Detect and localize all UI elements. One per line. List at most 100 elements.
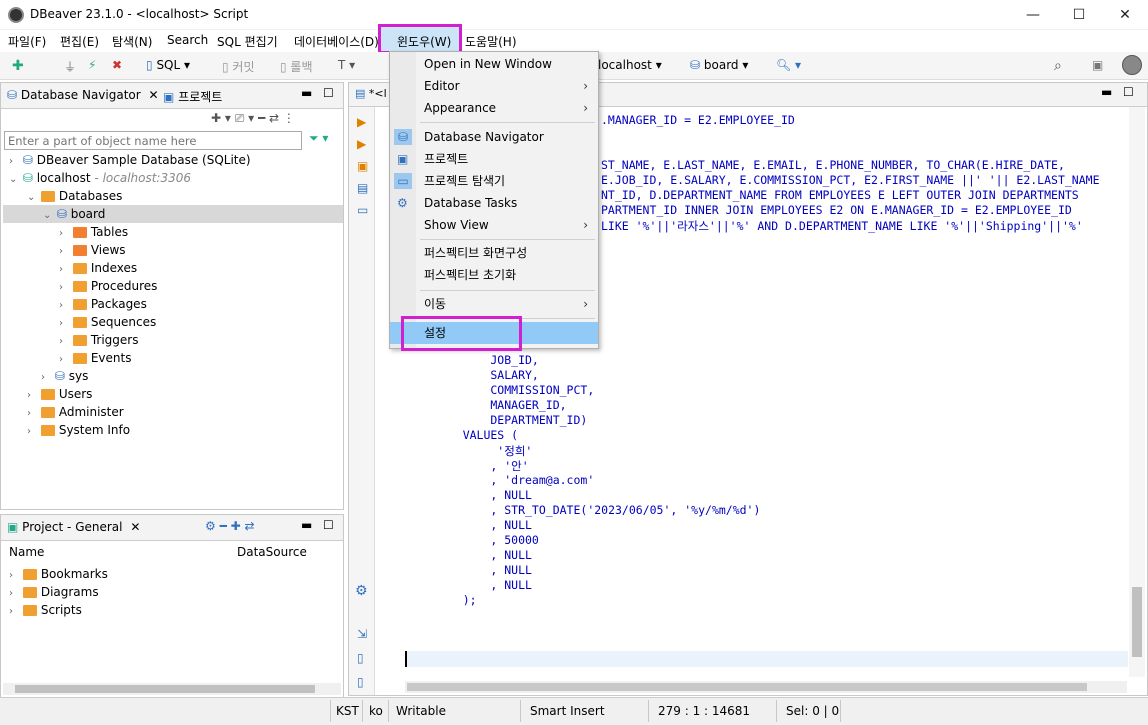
tree-item-indexes[interactable]: › Indexes [59, 259, 137, 277]
code-line[interactable]: JOB_ID, [435, 353, 538, 367]
menu-item-customize-perspective[interactable]: 퍼스펙티브 화면구성 [390, 242, 598, 264]
code-line[interactable]: , NULL [435, 488, 532, 502]
close-icon[interactable]: ✕ [130, 520, 140, 534]
menu-item-project-explorer[interactable]: ▭ 프로젝트 탐색기 [390, 170, 598, 192]
maximize-panel-icon[interactable]: ☐ [323, 86, 334, 100]
code-line[interactable]: VALUES ( [435, 428, 518, 442]
code-line[interactable]: .MANAGER_ID = E2.EMPLOYEE_ID [601, 113, 795, 127]
menu-item-navigation[interactable]: 이동 › [390, 293, 598, 315]
horizontal-scrollbar[interactable] [3, 683, 341, 695]
project-item-diagrams[interactable]: › Diagrams [9, 583, 99, 601]
code-line[interactable]: , '안' [435, 458, 528, 474]
code-line[interactable]: E.JOB_ID, E.SALARY, E.COMMISSION_PCT, E2… [601, 173, 1100, 187]
tree-item-sequences[interactable]: › Sequences [59, 313, 156, 331]
disconnect-icon[interactable]: ✖ [112, 58, 122, 72]
menu-edit[interactable]: 편집(E) [60, 33, 99, 50]
column-datasource-header[interactable]: DataSource [237, 545, 307, 559]
vertical-scrollbar[interactable] [1129, 107, 1145, 677]
code-line[interactable]: , 'dream@a.com' [435, 473, 594, 487]
global-search-icon[interactable]: ⌕ [1054, 58, 1062, 74]
current-line-highlight[interactable] [405, 651, 1128, 667]
active-connection-selector[interactable]: localhost ▾ [598, 58, 662, 72]
tree-item-users[interactable]: › Users [27, 385, 92, 403]
minimize-panel-icon[interactable]: ▬ [301, 518, 312, 532]
tree-item-board[interactable]: ⌄ ⛁ board [3, 205, 343, 223]
menu-search[interactable]: Search [167, 33, 208, 47]
horizontal-scrollbar[interactable] [405, 681, 1127, 693]
code-line[interactable]: , NULL [435, 563, 532, 577]
minimize-panel-icon[interactable]: ▬ [301, 86, 312, 100]
menu-item-open-new-window[interactable]: Open in New Window [390, 53, 598, 75]
active-schema-selector[interactable]: ⛁ board ▾ [690, 58, 748, 72]
tree-item-procedures[interactable]: › Procedures [59, 277, 157, 295]
export-icon[interactable]: ⇲ [357, 627, 367, 641]
menu-item-appearance[interactable]: Appearance › [390, 97, 598, 119]
script-icon[interactable]: ▤ [357, 181, 368, 195]
projects-tab[interactable]: ▣ 프로젝트 [163, 88, 222, 105]
menu-item-database-navigator[interactable]: ⛁ Database Navigator [390, 126, 598, 148]
code-line[interactable]: '정희' [435, 443, 532, 459]
console-icon[interactable]: ▭ [357, 203, 368, 217]
object-filter-input[interactable] [4, 131, 302, 150]
menu-help[interactable]: 도움말(H) [465, 33, 517, 50]
menu-database[interactable]: 데이터베이스(D) [294, 33, 379, 50]
project-general-tab[interactable]: ▣ Project - General ✕ [7, 520, 140, 534]
maximize-button[interactable]: ☐ [1056, 0, 1102, 30]
code-line[interactable]: , NULL [435, 578, 532, 592]
code-line[interactable]: COMMISSION_PCT, [435, 383, 594, 397]
menu-item-editor[interactable]: Editor › [390, 75, 598, 97]
code-line[interactable]: MANAGER_ID, [435, 398, 566, 412]
reconnect-icon[interactable]: ⚡ [88, 58, 96, 72]
code-line[interactable]: NT_ID, D.DEPARTMENT_NAME FROM EMPLOYEES … [601, 188, 1079, 202]
code-line[interactable]: SALARY, [435, 368, 538, 382]
code-line[interactable]: , 50000 [435, 533, 538, 547]
execute-statement-icon[interactable]: ▶ [357, 115, 366, 129]
code-line[interactable]: LIKE '%'||'라자스'||'%' AND D.DEPARTMENT_NA… [601, 218, 1083, 234]
code-line[interactable]: PARTMENT_ID INNER JOIN EMPLOYEES E2 ON E… [601, 203, 1072, 217]
execute-explain-icon[interactable]: ▣ [357, 159, 368, 173]
menu-navigate[interactable]: 탐색(N) [112, 33, 152, 50]
new-script-icon[interactable]: ▯ [357, 651, 364, 665]
rollback-button[interactable]: ▯ 롤백 [280, 58, 313, 75]
tree-item-databases[interactable]: ⌄ Databases [27, 187, 122, 205]
maximize-panel-icon[interactable]: ☐ [323, 518, 334, 532]
code-line[interactable]: DEPARTMENT_ID) [435, 413, 587, 427]
tree-item-sample-db[interactable]: › ⛁ DBeaver Sample Database (SQLite) [9, 151, 251, 169]
commit-button[interactable]: ▯ 커밋 [222, 58, 255, 75]
execute-script-icon[interactable]: ▶ [357, 137, 366, 151]
tree-item-sys[interactable]: › ⛁ sys [41, 367, 88, 385]
search-icon[interactable]: 🔍︎ ▾ [776, 58, 801, 72]
menu-item-projects[interactable]: ▣ 프로젝트 [390, 148, 598, 170]
transaction-mode-icon[interactable]: T ▾ [338, 58, 355, 72]
editor-tab[interactable]: ▤ *<l [355, 87, 387, 100]
column-name-header[interactable]: Name [9, 545, 44, 559]
connect-icon[interactable]: ⏚ [64, 58, 76, 75]
menu-sql-editor[interactable]: SQL 편집기 [217, 33, 278, 50]
code-line[interactable]: , NULL [435, 518, 532, 532]
database-navigator-tab[interactable]: ⛁ Database Navigator ✕ [7, 88, 159, 102]
dbeaver-perspective-icon[interactable] [1122, 55, 1142, 75]
sql-editor-button[interactable]: ▯ SQL ▾ [146, 58, 190, 72]
variables-icon[interactable]: ▯ [357, 675, 364, 689]
menu-item-database-tasks[interactable]: ⚙ Database Tasks [390, 192, 598, 214]
menu-item-reset-perspective[interactable]: 퍼스펙티브 초기화 [390, 264, 598, 286]
minimize-button[interactable]: — [1010, 0, 1056, 30]
filter-icon[interactable]: ⏷ ▾ [309, 131, 328, 146]
close-button[interactable]: ✕ [1102, 0, 1148, 30]
menu-window[interactable]: 윈도우(W) [378, 24, 462, 54]
tree-item-packages[interactable]: › Packages [59, 295, 147, 313]
menu-file[interactable]: 파일(F) [8, 33, 46, 50]
settings-gear-icon[interactable]: ⚙ [355, 583, 368, 599]
menu-item-show-view[interactable]: Show View › [390, 214, 598, 236]
code-line[interactable]: ST_NAME, E.LAST_NAME, E.EMAIL, E.PHONE_N… [601, 158, 1065, 172]
tree-item-events[interactable]: › Events [59, 349, 131, 367]
project-item-scripts[interactable]: › Scripts [9, 601, 82, 619]
minimize-panel-icon[interactable]: ▬ [1101, 85, 1112, 99]
open-perspective-icon[interactable]: ▣ [1092, 58, 1103, 72]
tree-item-views[interactable]: › Views [59, 241, 126, 259]
maximize-panel-icon[interactable]: ☐ [1123, 85, 1134, 99]
code-line[interactable]: , NULL [435, 548, 532, 562]
close-icon[interactable]: ✕ [149, 88, 159, 102]
tree-item-localhost[interactable]: ⌄ ⛁ localhost - localhost:3306 [9, 169, 191, 187]
code-line[interactable]: , STR_TO_DATE('2023/06/05', '%y/%m/%d') [435, 503, 760, 517]
